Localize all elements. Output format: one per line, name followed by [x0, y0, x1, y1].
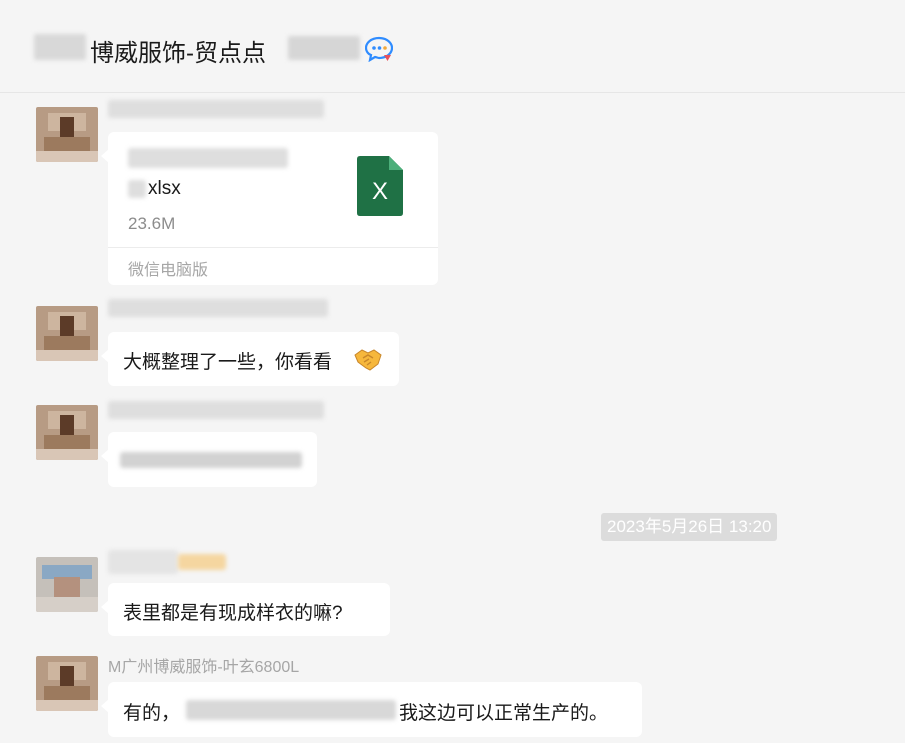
file-size: 23.6M	[128, 214, 176, 233]
message-row: xlsx 23.6M X 微信电脑版	[0, 100, 905, 290]
bubble-tail	[101, 600, 109, 614]
bubble-tail	[101, 349, 109, 363]
sender-name: M广州博威服饰-叶玄6800L	[108, 659, 300, 676]
avatar[interactable]	[36, 557, 98, 612]
handshake-emoji-icon	[354, 349, 382, 371]
blurred-file-name	[128, 148, 288, 168]
bubble-tail	[101, 699, 109, 713]
message-row: M广州博威服饰-叶玄6800L 有的， 我这边可以正常生产的。	[0, 650, 905, 743]
excel-file-icon: X	[357, 156, 403, 216]
file-source-label: 微信电脑版	[128, 262, 209, 279]
blurred-sender-name	[108, 100, 324, 118]
file-card-divider	[108, 247, 438, 248]
text-message-bubble[interactable]	[101, 432, 317, 487]
chat-title[interactable]: 博威服饰-贸点点	[90, 33, 266, 68]
message-row: 大概整理了一些，你看看	[0, 297, 905, 392]
avatar[interactable]	[36, 306, 98, 361]
text-message-bubble[interactable]: 表里都是有现成样衣的嘛?	[101, 583, 390, 636]
timestamp-label: 2023年5月26日 13:20	[601, 513, 778, 541]
file-extension: xlsx	[148, 178, 181, 199]
bubble-tail	[101, 149, 109, 163]
message-text-suffix: 我这边可以正常生产的。	[399, 703, 609, 724]
message-text: 大概整理了一些，你看看	[123, 352, 333, 373]
blurred-file-name-part	[128, 180, 146, 198]
chat-bubble-icon[interactable]	[365, 36, 393, 62]
blurred-sender-name	[108, 401, 324, 419]
bubble-tail	[101, 449, 109, 463]
chat-header: 博威服饰-贸点点	[0, 0, 905, 93]
blurred-sender-name	[108, 299, 328, 317]
message-row	[0, 399, 905, 494]
avatar[interactable]	[36, 107, 98, 162]
file-message-card[interactable]: xlsx 23.6M X 微信电脑版	[101, 132, 438, 285]
blurred-title-suffix	[288, 36, 360, 60]
message-text-prefix: 有的，	[123, 703, 181, 724]
text-message-bubble[interactable]: 大概整理了一些，你看看	[101, 332, 399, 386]
message-row: 表里都是有现成样衣的嘛?	[0, 548, 905, 643]
blurred-message-text	[186, 700, 396, 720]
blurred-title-prefix	[34, 34, 86, 60]
avatar[interactable]	[36, 405, 98, 460]
text-message-bubble[interactable]: 有的， 我这边可以正常生产的。	[101, 682, 642, 737]
avatar[interactable]	[36, 656, 98, 711]
message-text: 表里都是有现成样衣的嘛?	[123, 603, 343, 624]
svg-text:X: X	[372, 178, 388, 205]
blurred-sender-name	[108, 550, 178, 574]
blurred-message-text	[120, 452, 302, 468]
blurred-sender-badge	[178, 554, 226, 570]
chat-window: 博威服饰-贸点点 xlsx 23.6M X 微信电脑版 大概整理了一些，你看看 …	[0, 0, 905, 743]
